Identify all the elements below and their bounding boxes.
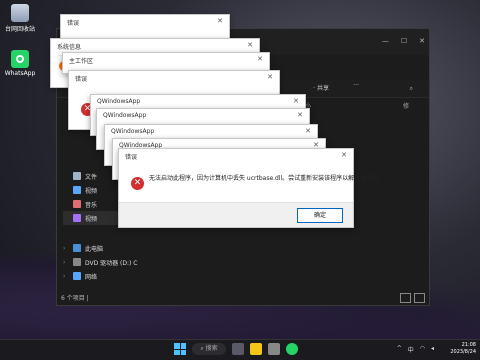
computer-icon (73, 244, 81, 252)
close-icon[interactable]: ✕ (247, 41, 253, 49)
network-icon (73, 272, 81, 280)
maximize-icon[interactable]: ☐ (401, 37, 407, 45)
whatsapp-icon[interactable] (286, 343, 298, 355)
task-view-icon[interactable] (232, 343, 244, 355)
dialog-title: QWindowsApp (97, 98, 141, 105)
more-button[interactable]: ··· (353, 82, 359, 89)
error-message: 无法启动此程序，因为计算机中丢失 ucrtbase.dll。尝试重新安装该程序以… (149, 175, 385, 182)
taskbar-search[interactable]: ⌕ 搜索 (192, 343, 226, 355)
app-window-icon[interactable] (268, 343, 280, 355)
close-icon[interactable]: ✕ (257, 55, 263, 63)
dialog-title: 错误 (125, 154, 138, 161)
column-headers: 大小 修 (299, 101, 409, 110)
details-view-icon[interactable] (400, 293, 411, 303)
tiles-view-icon[interactable] (414, 293, 425, 303)
clock[interactable]: 21:08 2023/8/24 (450, 342, 476, 356)
sidebar-item-label: 网络 (85, 273, 98, 281)
ime-indicator[interactable]: 中 (408, 345, 414, 354)
dialog-footer: 确定 (119, 202, 353, 227)
recycle-bin-icon (11, 4, 29, 22)
document-icon (73, 172, 81, 180)
sidebar-item-label: 视频 (85, 187, 98, 195)
sidebar-item-label: DVD 驱动器 (D:) C (85, 259, 138, 267)
close-icon[interactable]: ✕ (267, 73, 273, 81)
search-icon[interactable]: ⌕ (410, 85, 413, 93)
sidebar-item-label: 音乐 (85, 201, 98, 209)
dialog-title: 系统信息 (57, 44, 82, 51)
picture-icon (73, 186, 81, 194)
close-icon[interactable]: ✕ (305, 127, 311, 135)
close-icon[interactable]: ✕ (217, 17, 223, 25)
taskbar: ⌕ 搜索 ^ 中 ◠ ◂ 21:08 2023/8/24 (0, 339, 480, 360)
time: 21:08 (461, 342, 476, 348)
error-dialog: 错误 ✕ ✕ 无法启动此程序，因为计算机中丢失 ucrtbase.dll。尝试重… (118, 148, 384, 228)
wifi-icon[interactable]: ◠ (420, 345, 425, 354)
desktop-icon-label: WhatsApp (4, 70, 36, 77)
volume-icon[interactable]: ◂ (431, 345, 434, 354)
minimize-icon[interactable]: — (382, 37, 389, 45)
share-button[interactable]: · 共享 (313, 83, 329, 92)
dialog-title: 主工作区 (69, 58, 94, 65)
sidebar-item-network[interactable]: › 网络 (63, 269, 153, 283)
file-explorer-icon[interactable] (250, 343, 262, 355)
close-icon[interactable]: ✕ (293, 97, 299, 105)
search-label: 搜索 (205, 345, 218, 352)
desktop-icon-label: 台网回收站 (4, 26, 35, 33)
dialog-title: QWindowsApp (103, 112, 147, 119)
sidebar-item-label: 此电脑 (85, 245, 104, 253)
close-icon[interactable]: ✕ (297, 111, 303, 119)
sidebar-item-label: 文件 (85, 173, 98, 181)
close-icon[interactable]: ✕ (419, 37, 425, 45)
chevron-up-icon[interactable]: ^ (397, 345, 402, 354)
start-icon[interactable] (174, 343, 186, 355)
dvd-drive-icon (73, 258, 81, 266)
music-icon (73, 200, 81, 208)
dialog-title: 错误 (67, 20, 80, 27)
video-icon (73, 214, 81, 222)
ok-button[interactable]: 确定 (297, 208, 343, 223)
column-modified[interactable]: 修 (403, 101, 409, 110)
error-icon: ✕ (131, 177, 144, 190)
recycle-bin-shortcut[interactable]: 台网回收站 (2, 4, 38, 33)
sidebar-item-label: 视频 (85, 215, 98, 223)
item-count: 6 个项目 | (61, 295, 89, 302)
status-bar: 6 个项目 | (57, 293, 429, 305)
dialog-title: QWindowsApp (111, 128, 155, 135)
sidebar-item-dvd[interactable]: › DVD 驱动器 (D:) C (63, 255, 153, 269)
date: 2023/8/24 (450, 349, 476, 355)
whatsapp-shortcut[interactable]: WhatsApp (2, 50, 38, 77)
sidebar-item-this-pc[interactable]: › 此电脑 (63, 241, 153, 255)
close-icon[interactable]: ✕ (341, 151, 347, 159)
dialog-title: 错误 (75, 76, 88, 83)
whatsapp-icon (11, 50, 29, 68)
